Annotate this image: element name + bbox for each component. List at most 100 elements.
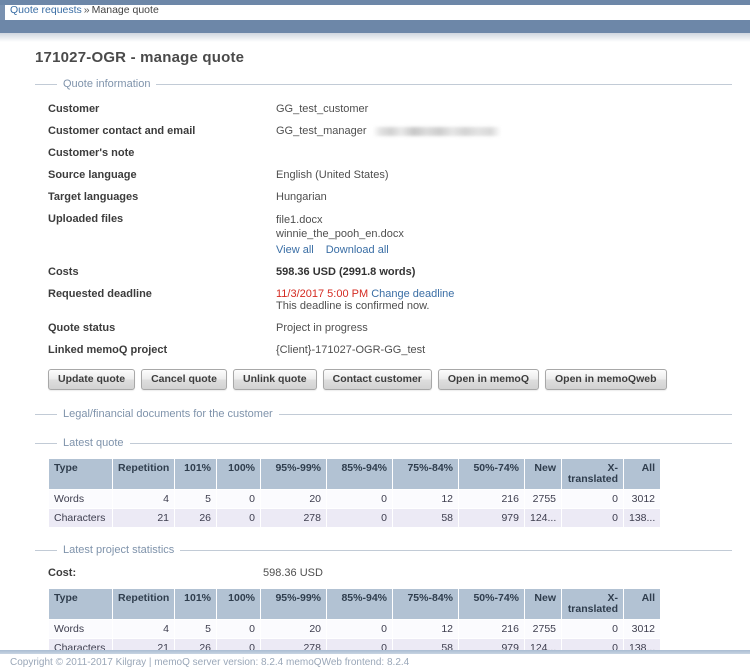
label-linked-project: Linked memoQ project xyxy=(35,341,276,363)
label-uploaded-files: Uploaded files xyxy=(35,210,276,263)
cell-95-99: 20 xyxy=(261,490,327,509)
cell-x-translated: 0 xyxy=(562,490,624,509)
file-actions: View all Download all xyxy=(276,244,732,256)
row-uploaded-files: Uploaded files file1.docx winnie_the_poo… xyxy=(35,210,732,263)
contact-name: GG_test_manager xyxy=(276,125,367,137)
cell-new: 124... xyxy=(525,509,562,528)
redacted-email xyxy=(373,127,501,136)
unlink-quote-button[interactable]: Unlink quote xyxy=(233,369,317,390)
label-target-languages: Target languages xyxy=(35,188,276,210)
value-target-languages: Hungarian xyxy=(276,188,732,210)
legend-text: Latest project statistics xyxy=(63,544,174,556)
legend-rule-left xyxy=(35,414,57,415)
value-customers-note xyxy=(276,144,732,166)
page-title: 171027-OGR - manage quote xyxy=(35,49,732,66)
table-row: Words 4 5 0 20 0 12 216 2755 0 3012 xyxy=(49,490,661,509)
open-in-memoqweb-button[interactable]: Open in memoQweb xyxy=(545,369,667,390)
col-75-84: 75%-84% xyxy=(393,589,459,620)
col-x-translated: X-translated xyxy=(562,589,624,620)
row-customer: Customer GG_test_customer xyxy=(35,100,732,122)
contact-customer-button[interactable]: Contact customer xyxy=(323,369,432,390)
table-header-row: Type Repetition 101% 100% 95%-99% 85%-94… xyxy=(49,589,661,620)
change-deadline-link[interactable]: Change deadline xyxy=(371,288,454,300)
section-legend-quote-information: Quote information xyxy=(35,78,732,90)
section-latest-quote: Latest quote Type Repetition xyxy=(35,437,732,528)
download-all-link[interactable]: Download all xyxy=(326,244,389,256)
label-source-language: Source language xyxy=(35,166,276,188)
col-95-99: 95%-99% xyxy=(261,589,327,620)
header-shadow-gradient xyxy=(0,33,750,42)
col-50-74: 50%-74% xyxy=(459,459,525,490)
legend-text: Legal/financial documents for the custom… xyxy=(63,408,273,420)
cell-repetition: 21 xyxy=(113,509,175,528)
cell-75-84: 58 xyxy=(393,509,459,528)
cell-101: 26 xyxy=(175,509,217,528)
row-customer-contact: Customer contact and email GG_test_manag… xyxy=(35,122,732,144)
col-all: All xyxy=(624,589,661,620)
value-linked-project: {Client}-171027-OGR-GG_test xyxy=(276,341,732,363)
label-costs: Costs xyxy=(35,263,276,285)
section-legend-latest-quote: Latest quote xyxy=(35,437,732,449)
col-x-translated: X-translated xyxy=(562,459,624,490)
cell-x-translated: 0 xyxy=(562,620,624,639)
view-all-link[interactable]: View all xyxy=(276,244,314,256)
cell-x-translated: 0 xyxy=(562,509,624,528)
cell-85-94: 0 xyxy=(327,490,393,509)
value-quote-status: Project in progress xyxy=(276,319,732,341)
col-85-94: 85%-94% xyxy=(327,589,393,620)
label-quote-status: Quote status xyxy=(35,319,276,341)
value-source-language: English (United States) xyxy=(276,166,732,188)
cell-95-99: 20 xyxy=(261,620,327,639)
update-quote-button[interactable]: Update quote xyxy=(48,369,135,390)
legend-rule-right xyxy=(279,414,732,415)
cell-100: 0 xyxy=(217,490,261,509)
cell-95-99: 278 xyxy=(261,509,327,528)
project-statistics-table: Type Repetition 101% 100% 95%-99% 85%-94… xyxy=(48,588,661,658)
table-header-row: Type Repetition 101% 100% 95%-99% 85%-94… xyxy=(49,459,661,490)
cell-all: 3012 xyxy=(624,620,661,639)
label-cost: Cost: xyxy=(48,567,263,579)
breadcrumb-separator: » xyxy=(82,4,92,16)
col-type: Type xyxy=(49,459,113,490)
cancel-quote-button[interactable]: Cancel quote xyxy=(141,369,227,390)
section-quote-information: Quote information Customer GG_test_custo… xyxy=(35,78,732,390)
label-customer-contact: Customer contact and email xyxy=(35,122,276,144)
legend-rule-left xyxy=(35,443,57,444)
legend-rule-left xyxy=(35,84,57,85)
row-target-languages: Target languages Hungarian xyxy=(35,188,732,210)
col-repetition: Repetition xyxy=(113,459,175,490)
breadcrumb-link-quote-requests[interactable]: Quote requests xyxy=(10,4,82,16)
col-95-99: 95%-99% xyxy=(261,459,327,490)
cell-101: 5 xyxy=(175,490,217,509)
footer-copyright: Copyright © 2011-2017 Kilgray | memoQ se… xyxy=(0,654,750,671)
value-costs: 598.36 USD (2991.8 words) xyxy=(276,263,732,285)
cell-repetition: 4 xyxy=(113,620,175,639)
col-all: All xyxy=(624,459,661,490)
col-new: New xyxy=(525,589,562,620)
deadline-confirmation: This deadline is confirmed now. xyxy=(276,300,732,312)
project-statistics-table-wrap: Type Repetition 101% 100% 95%-99% 85%-94… xyxy=(48,588,732,658)
table-row: Characters 21 26 0 278 0 58 979 124... 0 xyxy=(49,509,661,528)
section-latest-project-statistics: Latest project statistics Cost:598.36 US… xyxy=(35,544,732,658)
deadline-line: 11/3/2017 5:00 PM Change deadline xyxy=(276,288,732,300)
open-in-memoq-button[interactable]: Open in memoQ xyxy=(438,369,539,390)
value-customer: GG_test_customer xyxy=(276,100,732,122)
value-uploaded-files: file1.docx winnie_the_pooh_en.docx View … xyxy=(276,210,732,263)
cell-type: Characters xyxy=(49,509,113,528)
cell-new: 2755 xyxy=(525,620,562,639)
legend-rule-right xyxy=(180,550,732,551)
cell-new: 2755 xyxy=(525,490,562,509)
cell-all: 3012 xyxy=(624,490,661,509)
legend-rule-right xyxy=(130,443,732,444)
latest-quote-table: Type Repetition 101% 100% 95%-99% 85%-94… xyxy=(48,458,661,528)
cell-type: Words xyxy=(49,620,113,639)
value-customer-contact: GG_test_manager xyxy=(276,122,732,144)
cell-100: 0 xyxy=(217,620,261,639)
file-name-2: winnie_the_pooh_en.docx xyxy=(276,227,732,241)
section-legend-legal-documents: Legal/financial documents for the custom… xyxy=(35,408,732,420)
value-cost: 598.36 USD xyxy=(263,567,323,579)
legend-rule-left xyxy=(35,550,57,551)
cell-50-74: 216 xyxy=(459,490,525,509)
col-type: Type xyxy=(49,589,113,620)
cell-85-94: 0 xyxy=(327,509,393,528)
